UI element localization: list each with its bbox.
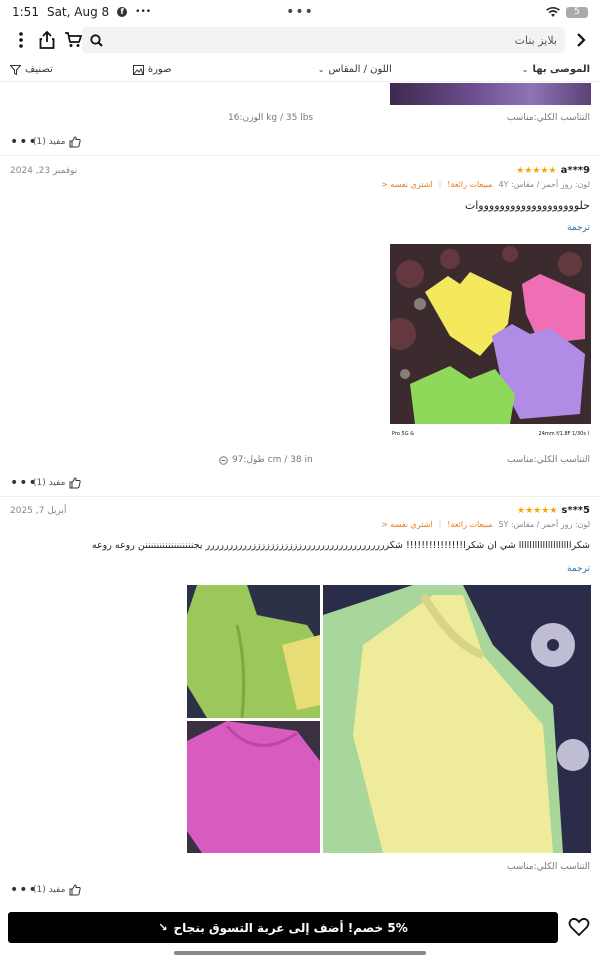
review-text: حلوووووووووووووووووووات	[464, 199, 590, 212]
helpful-count: مفيد (1)	[33, 137, 66, 147]
review-photo-left-bottom[interactable]	[187, 721, 320, 853]
more-menu-button[interactable]	[8, 27, 34, 53]
camera-info-left: Pro 5G &	[392, 431, 415, 437]
sort-filter[interactable]: تصنيف	[10, 64, 53, 75]
divider	[0, 155, 600, 156]
fit-label: التناسب الكلي:مناسب	[506, 862, 590, 872]
search-input[interactable]: بلايز بنات	[82, 27, 565, 53]
thumbs-up-icon	[69, 884, 82, 896]
helpful-count: مفيد (1)	[33, 885, 66, 895]
review-photo-left-top[interactable]	[187, 585, 320, 718]
bottom-bar: 5% خصم! أضف إلى عربة التسوق بنجاح ↘	[0, 912, 600, 946]
clothes-photo	[323, 585, 591, 853]
sku-label: لون: روز أحمر / مقاس: 5Y	[498, 520, 590, 529]
chevron-right-icon	[577, 33, 586, 47]
add-to-cart-label: 5% خصم! أضف إلى عربة التسوق بنجاح	[173, 920, 408, 935]
clothes-photo	[187, 721, 320, 853]
review-photo-top[interactable]	[390, 83, 591, 105]
fit-label: التناسب الكلي:مناسب	[506, 113, 590, 123]
divider	[0, 496, 600, 497]
top-bar: بلايز بنات	[0, 26, 600, 54]
weight-label: الوزن:16 kg / 35 lbs	[228, 113, 314, 123]
sku-info: لون: روز أحمر / مقاس: 5Y مبيعات رائعة! |…	[381, 520, 590, 529]
status-date: Sat, Aug 8	[46, 5, 110, 19]
info-icon	[219, 455, 228, 465]
best-seller-badge: مبيعات رائعة!	[447, 180, 493, 189]
helpful-button[interactable]: مفيد (1)	[33, 136, 82, 148]
reviewer-name: s***5	[561, 505, 590, 516]
facebook-icon: f	[117, 7, 128, 17]
recommended-filter[interactable]: ⌄ الموصى بها	[522, 64, 590, 75]
status-time: 1:51	[12, 5, 39, 19]
search-icon[interactable]	[90, 33, 103, 47]
photo-label: صورة	[147, 64, 172, 75]
helpful-count: مفيد (1)	[33, 478, 66, 488]
search-placeholder: بلايز بنات	[514, 33, 557, 47]
separator: |	[438, 180, 442, 189]
fit-label: التناسب الكلي:مناسب	[506, 455, 590, 465]
kebab-icon	[19, 32, 23, 48]
review-date: أبريل 7, 2025	[10, 506, 67, 516]
photo-filter[interactable]: صورة	[132, 64, 172, 75]
buy-same-link[interactable]: اشتري نفسه <	[381, 180, 433, 189]
thumbs-up-icon	[69, 136, 82, 148]
rating-stars: ★★★★★	[516, 165, 557, 176]
color-size-filter[interactable]: ⌄ اللون / المقاس	[318, 64, 392, 75]
translate-link[interactable]: ترجمة	[567, 223, 590, 233]
best-seller-badge: مبيعات رائعة!	[447, 520, 493, 529]
chevron-down-icon: ⌄	[521, 65, 529, 74]
color-size-label: اللون / المقاس	[328, 64, 392, 75]
back-button[interactable]	[568, 27, 594, 53]
clothes-photo	[390, 244, 591, 424]
share-icon	[39, 31, 55, 49]
sku-info: لون: روز أحمر / مقاس: 4Y مبيعات رائعة! |…	[381, 180, 590, 189]
image-icon	[132, 64, 144, 75]
clothes-photo	[187, 585, 320, 718]
buy-same-link[interactable]: اشتري نفسه <	[381, 520, 433, 529]
thumbs-up-icon	[69, 477, 82, 489]
sort-label: تصنيف	[25, 64, 53, 75]
review-photo-main[interactable]	[323, 585, 591, 853]
filter-bar: تصنيف صورة ⌄ اللون / المقاس ⌄ الموصى بها	[0, 58, 600, 82]
filter-icon	[10, 64, 21, 75]
helpful-button[interactable]: مفيد (1)	[33, 477, 82, 489]
separator: |	[438, 520, 442, 529]
review-header: ★★★★★ a***9	[516, 165, 590, 176]
trend-down-icon: ↘	[158, 921, 168, 934]
rating-stars: ★★★★★	[517, 505, 558, 516]
home-indicator[interactable]	[174, 951, 426, 955]
battery-icon: 5	[566, 6, 588, 18]
chevron-down-icon: ⌄	[317, 65, 325, 74]
reviewer-name: a***9	[560, 165, 590, 176]
recommended-label: الموصى بها	[532, 64, 590, 75]
multitask-dots[interactable]: •••	[286, 4, 314, 20]
review-photo[interactable]: Pro 5G & 24mm f/1.8F 1/30s I	[390, 244, 591, 439]
review-text: شكراااااااااااااااااااا شي ان شكرا!!!!!!…	[91, 540, 590, 551]
more-notifications-icon: •••	[135, 7, 152, 17]
sku-label: لون: روز أحمر / مقاس: 4Y	[498, 180, 590, 189]
wifi-icon	[546, 6, 560, 17]
review-header: ★★★★★ s***5	[517, 505, 590, 516]
translate-link[interactable]: ترجمة	[567, 564, 590, 574]
helpful-button[interactable]: مفيد (1)	[33, 884, 82, 896]
cart-icon	[65, 32, 82, 47]
add-to-cart-button[interactable]: 5% خصم! أضف إلى عربة التسوق بنجاح ↘	[8, 912, 558, 943]
status-bar: 1:51 Sat, Aug 8 f ••• ••• 5	[0, 0, 600, 24]
camera-info-right: 24mm f/1.8F 1/30s I	[538, 431, 589, 437]
heart-icon[interactable]	[568, 916, 590, 938]
photo-caption: Pro 5G & 24mm f/1.8F 1/30s I	[390, 427, 591, 439]
review-date: نوفمبر 23, 2024	[10, 166, 78, 176]
height-label: طول:97 cm / 38 in	[219, 455, 313, 465]
share-button[interactable]	[34, 27, 60, 53]
height-value: طول:97 cm / 38 in	[232, 455, 313, 465]
